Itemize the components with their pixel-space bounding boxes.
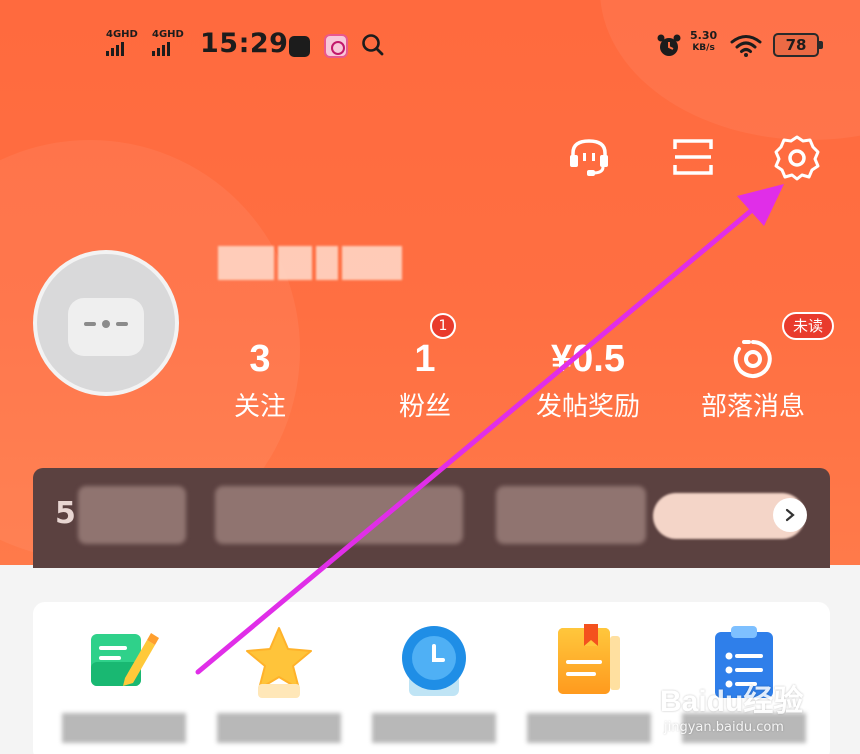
status-time: 15:29 bbox=[200, 28, 289, 59]
tool-label-redacted bbox=[62, 713, 186, 743]
wifi-icon bbox=[730, 35, 762, 57]
username-redacted bbox=[218, 246, 404, 280]
avatar-face bbox=[68, 298, 144, 356]
robot-avatar-icon[interactable] bbox=[33, 250, 179, 396]
signal-label: 4GHD bbox=[106, 29, 138, 40]
tool-label-redacted bbox=[217, 713, 341, 743]
net-speed-value: 5.30 bbox=[690, 29, 718, 42]
stat-value: ¥0.5 bbox=[551, 338, 625, 380]
alarm-icon bbox=[657, 34, 681, 56]
search-icon bbox=[362, 34, 384, 56]
net-speed: 5.30 KB/s bbox=[690, 30, 717, 54]
stat-tribe-messages[interactable]: 部落消息 bbox=[673, 335, 833, 425]
notebook-icon[interactable] bbox=[550, 622, 628, 700]
signal-label: 4GHD bbox=[152, 29, 184, 40]
signal-indicator-1: 4GHD bbox=[106, 30, 138, 56]
signal-bars-icon bbox=[106, 42, 138, 56]
notification-app-icon bbox=[289, 36, 310, 57]
write-post-icon[interactable] bbox=[85, 622, 163, 700]
watermark-brand: Baidu经验 bbox=[660, 685, 804, 718]
history-clock-icon[interactable] bbox=[395, 622, 473, 700]
stat-fans[interactable]: 1 粉丝 bbox=[345, 335, 505, 425]
stat-post-reward[interactable]: ¥0.5 发帖奖励 bbox=[508, 335, 668, 425]
scan-icon[interactable] bbox=[669, 133, 717, 181]
avatar-eye bbox=[116, 322, 128, 326]
stat-label: 粉丝 bbox=[398, 392, 451, 422]
banner-redacted-text bbox=[496, 486, 646, 544]
fans-count-badge: 1 bbox=[430, 313, 456, 339]
banner-redacted-text bbox=[78, 486, 186, 544]
tool-label-redacted bbox=[372, 713, 496, 743]
watermark-url: jingyan.baidu.com bbox=[664, 720, 784, 735]
avatar-eye bbox=[84, 322, 96, 326]
promo-banner[interactable]: 5 bbox=[33, 468, 830, 568]
net-speed-unit: KB/s bbox=[692, 43, 715, 53]
message-icon bbox=[733, 340, 772, 378]
chevron-right-icon[interactable] bbox=[773, 498, 807, 532]
banner-lead-text: 5 bbox=[55, 496, 76, 531]
settings-icon[interactable] bbox=[773, 133, 821, 181]
signal-indicator-2: 4GHD bbox=[152, 30, 184, 56]
tool-label-redacted bbox=[527, 713, 651, 743]
stat-label: 发帖奖励 bbox=[535, 392, 640, 422]
stat-value: 3 bbox=[249, 338, 271, 380]
stat-label: 关注 bbox=[233, 392, 286, 422]
unread-badge: 未读 bbox=[782, 312, 834, 340]
baidu-watermark: Baidu经验 jingyan.baidu.com bbox=[660, 676, 803, 735]
battery-indicator: 78 bbox=[773, 33, 823, 57]
stat-label: 部落消息 bbox=[700, 392, 805, 422]
stat-value: 1 bbox=[414, 338, 436, 380]
stat-following[interactable]: 3 关注 bbox=[180, 335, 340, 425]
notification-app-icon bbox=[324, 34, 348, 58]
status-bar: 4GHD 4GHD 15:29 5.30 KB/s 78 bbox=[0, 20, 860, 70]
avatar-nose bbox=[102, 320, 110, 328]
favorite-star-icon[interactable] bbox=[240, 622, 318, 700]
signal-bars-icon bbox=[152, 42, 184, 56]
banner-redacted-text bbox=[215, 486, 463, 544]
customer-service-icon[interactable] bbox=[565, 133, 613, 181]
